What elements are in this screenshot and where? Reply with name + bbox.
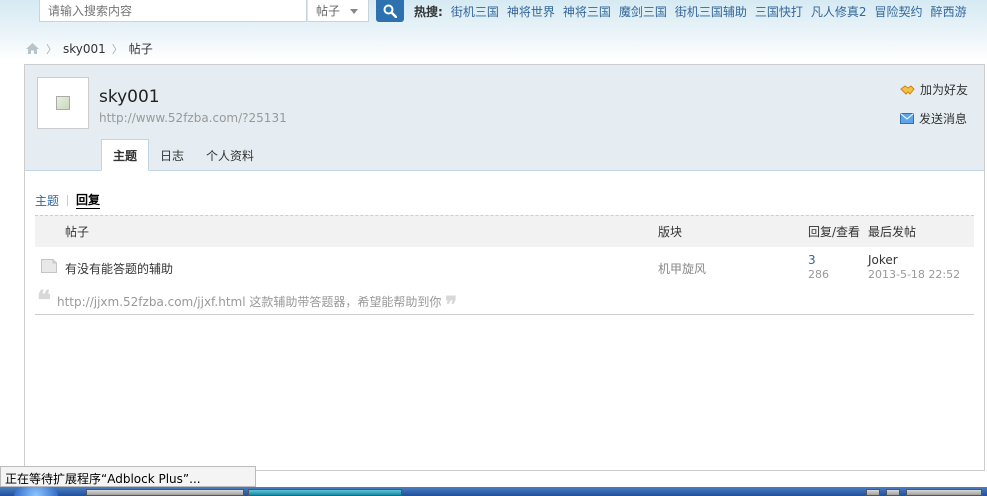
subtab-divider xyxy=(67,194,69,206)
header-post: 帖子 xyxy=(65,225,90,239)
home-icon[interactable] xyxy=(25,42,40,55)
profile-header: sky001 http://www.52fzba.com/?25131 加为好友… xyxy=(25,65,984,171)
search-button[interactable] xyxy=(376,0,404,22)
taskbar-tray-button[interactable] xyxy=(886,489,900,496)
add-friend-button[interactable]: 加为好友 xyxy=(900,81,968,98)
search-icon xyxy=(383,4,397,18)
start-button[interactable] xyxy=(14,487,58,496)
hot-item[interactable]: 神将世界 xyxy=(507,3,555,20)
top-search-bar: 帖子 热搜: 街机三国 神将世界 神将三国 魔剑三国 街机三国辅助 三国快打 凡… xyxy=(0,0,987,24)
taskbar-tray-button[interactable] xyxy=(866,489,880,496)
taskbar-tray-button[interactable] xyxy=(906,489,982,496)
reply-quote-text: http://jjxm.52fzba.com/jjxf.html 这款辅助带答题… xyxy=(57,295,442,309)
search-input[interactable] xyxy=(40,0,306,21)
hot-item[interactable]: 三国快打 xyxy=(755,3,803,20)
hot-item[interactable]: 醉西游 xyxy=(931,3,967,20)
last-post-user[interactable]: Joker xyxy=(868,253,898,267)
hot-item[interactable]: 街机三国辅助 xyxy=(675,3,747,20)
reply-quote: ❝ http://jjxm.52fzba.com/jjxf.html 这款辅助带… xyxy=(35,286,974,318)
taskbar-button[interactable] xyxy=(248,489,402,496)
hot-item[interactable]: 凡人修真2 xyxy=(811,3,867,20)
chevron-down-icon xyxy=(350,9,358,14)
hot-searches: 热搜: 街机三国 神将世界 神将三国 魔剑三国 街机三国辅助 三国快打 凡人修真… xyxy=(414,3,967,20)
table-row: 有没有能答题的辅助 机甲旋风 3 286 Joker 2013-5-18 22:… xyxy=(35,247,974,287)
handshake-icon xyxy=(900,84,915,95)
last-post-time[interactable]: 2013-5-18 22:52 xyxy=(868,268,960,281)
hot-label: 热搜: xyxy=(414,5,443,19)
tab-blog[interactable]: 日志 xyxy=(149,139,195,171)
breadcrumb: 〉 sky001 〉 帖子 xyxy=(25,40,153,57)
header-last-post: 最后发帖 xyxy=(868,225,917,239)
profile-actions: 加为好友 发送消息 xyxy=(899,81,968,127)
envelope-icon xyxy=(899,113,914,124)
hot-item[interactable]: 街机三国 xyxy=(451,3,499,20)
thread-icon xyxy=(41,259,57,273)
thread-title-link[interactable]: 有没有能答题的辅助 xyxy=(65,260,173,277)
breadcrumb-separator: 〉 xyxy=(111,42,123,56)
send-message-label: 发送消息 xyxy=(918,112,967,126)
breadcrumb-current: 帖子 xyxy=(128,42,153,56)
tab-profile[interactable]: 个人资料 xyxy=(195,139,265,171)
header-reply-view: 回复/查看 xyxy=(808,225,861,239)
search-type-select[interactable]: 帖子 xyxy=(307,0,369,22)
thread-table: 帖子 版块 回复/查看 最后发帖 有没有能答题的辅助 机甲旋风 3 286 Jo… xyxy=(35,215,974,318)
search-type-label: 帖子 xyxy=(316,4,341,18)
browser-status-bar: 正在等待扩展程序“Adblock Plus”... xyxy=(0,466,256,487)
table-header: 帖子 版块 回复/查看 最后发帖 xyxy=(35,215,974,247)
quote-close-icon: ❞ xyxy=(445,292,458,318)
os-taskbar xyxy=(0,487,987,496)
reply-quote-link[interactable]: http://jjxm.52fzba.com/jjxf.html 这款辅助带答题… xyxy=(57,292,457,318)
thread-forum-link[interactable]: 机甲旋风 xyxy=(658,260,706,277)
header-forum: 版块 xyxy=(658,225,683,239)
hot-item[interactable]: 神将三国 xyxy=(563,3,611,20)
subtabs: 主题 回复 xyxy=(35,191,101,209)
add-friend-label: 加为好友 xyxy=(919,83,968,97)
thread-reply-count[interactable]: 3 xyxy=(808,253,816,267)
broken-image-icon xyxy=(56,96,70,110)
main-panel: sky001 http://www.52fzba.com/?25131 加为好友… xyxy=(24,64,985,471)
search-box xyxy=(39,0,307,22)
taskbar-button[interactable] xyxy=(86,489,244,496)
subtab-replies[interactable]: 回复 xyxy=(76,191,101,209)
hot-item[interactable]: 魔剑三国 xyxy=(619,3,667,20)
breadcrumb-user[interactable]: sky001 xyxy=(63,42,106,56)
profile-tabs: 主题 日志 个人资料 xyxy=(101,139,265,171)
send-message-button[interactable]: 发送消息 xyxy=(899,110,968,127)
tab-topics[interactable]: 主题 xyxy=(101,139,150,171)
profile-url[interactable]: http://www.52fzba.com/?25131 xyxy=(99,111,287,125)
subtab-topics[interactable]: 主题 xyxy=(35,192,59,209)
profile-username: sky001 xyxy=(99,87,160,107)
hot-item[interactable]: 冒险契约 xyxy=(875,3,923,20)
quote-open-icon: ❝ xyxy=(37,286,51,316)
avatar[interactable] xyxy=(37,77,89,129)
thread-view-count: 286 xyxy=(808,268,829,281)
breadcrumb-separator: 〉 xyxy=(46,42,57,56)
